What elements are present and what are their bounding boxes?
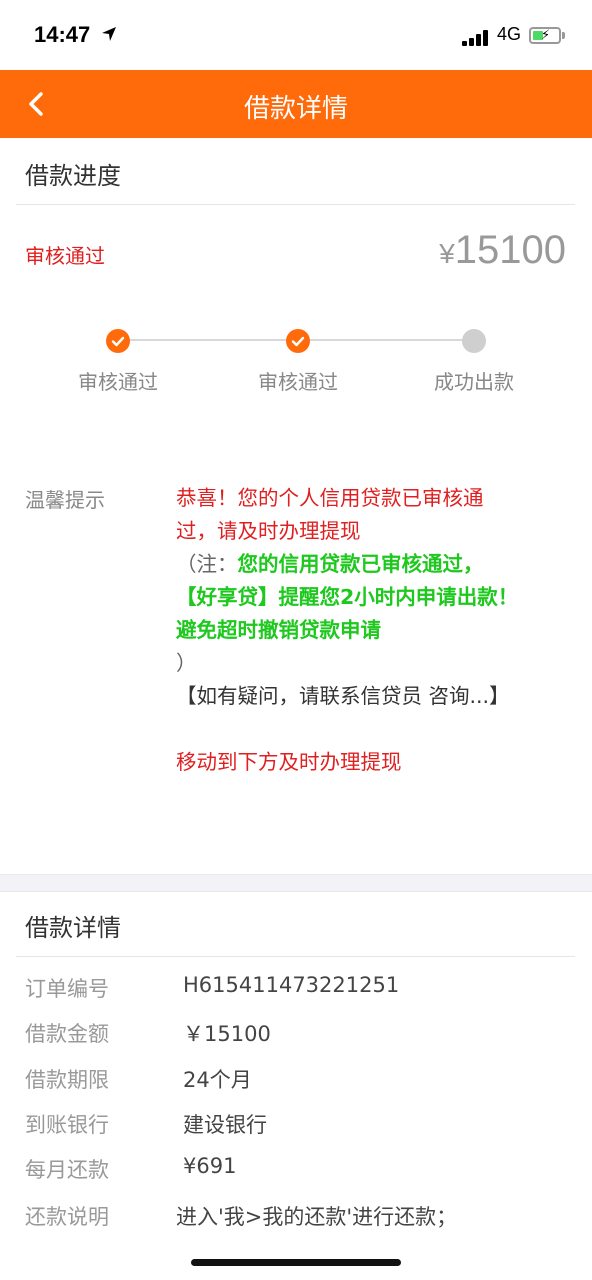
- step-connector: [118, 339, 296, 341]
- nav-bar: 借款详情: [0, 70, 592, 138]
- detail-label: 订单编号: [25, 977, 109, 1001]
- progress-section-title: 借款进度: [25, 162, 121, 190]
- divider: [16, 956, 575, 957]
- note-text: 您的信用贷款已审核通过，: [237, 552, 484, 576]
- battery-icon: ⚡: [529, 27, 561, 44]
- signal-icon: [462, 30, 492, 46]
- loan-amount: ¥15100: [439, 228, 566, 273]
- currency-symbol: ¥: [439, 238, 455, 269]
- status-bar: 14:47 4G ⚡: [0, 0, 592, 70]
- loan-status: 审核通过: [25, 244, 105, 268]
- note-close: ）: [176, 651, 197, 675]
- section-gap: [0, 874, 592, 892]
- detail-row-order-no: 订单编号 H615411473221251: [0, 973, 592, 1013]
- location-arrow-icon: [102, 27, 116, 41]
- step-label: 成功出款: [434, 370, 514, 394]
- battery-tip: [562, 32, 565, 39]
- detail-label: 借款期限: [25, 1068, 109, 1092]
- detail-value: 24个月: [183, 1068, 252, 1092]
- step-check-icon: [286, 329, 310, 353]
- detail-value: 进入'我>我的还款'进行还款；: [176, 1205, 458, 1229]
- tips-content: 恭喜！您的个人信用贷款已审核通 过，请及时办理提现 （注：您的信用贷款已审核通过…: [176, 482, 576, 779]
- detail-row-repay-note: 还款说明 进入'我>我的还款'进行还款；: [0, 1201, 592, 1241]
- amount-value: 15100: [454, 228, 566, 272]
- note-text: 【好享贷】提醒您2小时内申请出款！: [176, 585, 519, 609]
- detail-value: ¥691: [183, 1154, 237, 1178]
- contact-text[interactable]: 【如有疑问，请联系信贷员 咨询...】: [176, 680, 576, 713]
- step-label: 审核通过: [258, 370, 338, 394]
- detail-value: ￥15100: [183, 1022, 271, 1046]
- progress-steps: 审核通过 审核通过 成功出款: [0, 326, 592, 406]
- step-connector: [298, 339, 474, 341]
- detail-value: H615411473221251: [183, 973, 400, 997]
- detail-label: 每月还款: [25, 1158, 109, 1182]
- home-indicator[interactable]: [191, 1259, 401, 1266]
- page-title: 借款详情: [243, 94, 348, 124]
- tips-label: 温馨提示: [25, 488, 105, 512]
- detail-label: 到账银行: [25, 1113, 109, 1137]
- detail-row-bank: 到账银行 建设银行: [0, 1109, 592, 1149]
- congrats-text: 恭喜！您的个人信用贷款已审核通: [176, 486, 484, 510]
- detail-row-term: 借款期限 24个月: [0, 1064, 592, 1104]
- detail-row-monthly: 每月还款 ¥691: [0, 1154, 592, 1194]
- network-type: 4G: [497, 24, 522, 44]
- move-hint-text: 移动到下方及时办理提现: [176, 750, 402, 774]
- status-time: 14:47: [34, 22, 91, 47]
- note-open: （注：: [176, 552, 238, 576]
- step-check-icon: [106, 329, 130, 353]
- detail-row-amount: 借款金额 ￥15100: [0, 1018, 592, 1058]
- detail-value: 建设银行: [183, 1113, 267, 1137]
- details-section-title: 借款详情: [25, 914, 121, 942]
- step-label: 审核通过: [78, 370, 158, 394]
- detail-label: 借款金额: [25, 1022, 109, 1046]
- congrats-text: 过，请及时办理提现: [176, 519, 361, 543]
- divider: [16, 204, 575, 205]
- step-pending-dot: [462, 329, 486, 353]
- note-text: 避免超时撤销贷款申请: [176, 618, 381, 642]
- detail-label: 还款说明: [25, 1205, 109, 1229]
